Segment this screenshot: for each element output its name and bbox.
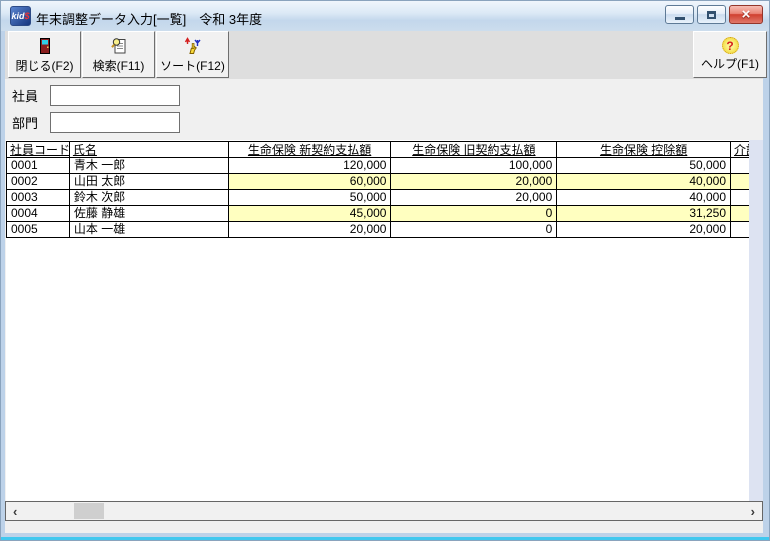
app-window: kid$ 年末調整データ入力[一覧] 令和 3年度 × 閉じる(F2) [0, 0, 770, 541]
column-header-label: 生命保険 新契約支払額 [248, 142, 371, 158]
table-row: 0004佐藤 静雄45,000031,250 [6, 206, 749, 222]
column-header-label: 社員コード [10, 142, 70, 158]
department-label: 部門 [12, 113, 46, 132]
cell[interactable]: 60,000 [229, 174, 392, 190]
table-row: 0005山本 一雄20,000020,000 [6, 222, 749, 238]
column-header-1[interactable]: 氏名 [70, 142, 229, 158]
cell[interactable]: 40,000 [557, 190, 731, 206]
help-button[interactable]: ? ヘルプ(F1) [693, 31, 767, 78]
cell[interactable]: 50,000 [229, 190, 392, 206]
app-logo-text: kid [11, 11, 24, 21]
sort-button[interactable]: ソート(F12) [156, 31, 229, 78]
cell[interactable]: 0004 [7, 206, 70, 222]
table-row: 0002山田 太郎60,00020,00040,000 [6, 174, 749, 190]
close-icon: × [742, 6, 751, 23]
column-header-label: 生命保険 旧契約支払額 [412, 142, 535, 158]
cell[interactable]: 45,000 [229, 206, 392, 222]
door-icon [35, 36, 55, 56]
cell[interactable]: 120,000 [229, 158, 392, 174]
cell[interactable]: 0001 [7, 158, 70, 174]
title-bar[interactable]: kid$ 年末調整データ入力[一覧] 令和 3年度 × [1, 1, 770, 31]
panel-right-gutter [749, 140, 763, 501]
search-button[interactable]: 検索(F11) [82, 31, 155, 78]
cell[interactable]: 0002 [7, 174, 70, 190]
cell[interactable]: 0 [391, 222, 557, 238]
cell[interactable]: 20,000 [229, 222, 392, 238]
toolbar-button-label: ソート(F12) [160, 57, 225, 74]
cell[interactable]: 青木 一郎 [70, 158, 229, 174]
cell[interactable]: 20,000 [557, 222, 731, 238]
help-glyph: ? [726, 39, 733, 53]
help-icon: ? [722, 37, 739, 54]
column-header-2[interactable]: 生命保険 新契約支払額 [229, 142, 392, 158]
table-row: 0003鈴木 次郎50,00020,00040,000 [6, 190, 749, 206]
cell[interactable]: 佐藤 静雄 [70, 206, 229, 222]
cell[interactable] [731, 174, 749, 190]
cell[interactable]: 0005 [7, 222, 70, 238]
client-area: 社員 部門 社員コード氏名 生命保険 新契約支払額 生命保険 旧契約支払額 生命保険 … [5, 79, 763, 533]
column-header-label: 生命保険 控除額 [600, 142, 687, 158]
employee-field-row: 社員 [12, 85, 46, 106]
scrollbar-thumb[interactable] [74, 503, 104, 519]
cell[interactable] [731, 206, 749, 222]
cell[interactable]: 山田 太郎 [70, 174, 229, 190]
column-header-4[interactable]: 生命保険 控除額 [557, 142, 731, 158]
cell[interactable]: 20,000 [391, 190, 557, 206]
window-title: 年末調整データ入力[一覧] 令和 3年度 [36, 9, 262, 28]
table-row: 0001青木 一郎120,000100,00050,000 [6, 158, 749, 174]
scroll-right-arrow[interactable]: › [751, 503, 755, 520]
maximize-button[interactable] [697, 5, 726, 24]
table-body: 0001青木 一郎120,000100,00050,0000002山田 太郎60… [6, 158, 749, 238]
data-grid: 社員コード氏名生命保険 新契約支払額生命保険 旧契約支払額生命保険 控除額介護 … [6, 141, 749, 238]
close-button[interactable]: × [729, 5, 763, 24]
cell[interactable]: 0 [391, 206, 557, 222]
toolbar: 閉じる(F2) 検索(F11) [5, 31, 763, 79]
horizontal-scrollbar[interactable]: ‹ › [5, 501, 763, 521]
toolbar-button-label: 検索(F11) [93, 57, 145, 74]
toolbar-button-label: 閉じる(F2) [16, 57, 74, 74]
employee-input[interactable] [50, 85, 180, 106]
cell[interactable]: 100,000 [391, 158, 557, 174]
maximize-icon [707, 11, 716, 19]
cell[interactable]: 40,000 [557, 174, 731, 190]
column-header-label: 介護 [734, 142, 749, 158]
minimize-icon [675, 17, 685, 20]
column-header-0[interactable]: 社員コード [7, 142, 70, 158]
cell[interactable] [731, 158, 749, 174]
cell[interactable]: 鈴木 次郎 [70, 190, 229, 206]
cell[interactable]: 31,250 [557, 206, 731, 222]
cell[interactable] [731, 190, 749, 206]
cell[interactable]: 20,000 [391, 174, 557, 190]
search-icon [109, 36, 129, 56]
cell[interactable]: 0003 [7, 190, 70, 206]
department-field-row: 部門 [12, 112, 46, 133]
minimize-button[interactable] [665, 5, 694, 24]
bottom-accent-line [1, 537, 770, 540]
column-header-label: 氏名 [73, 142, 97, 158]
column-header-5[interactable]: 介護 [731, 142, 749, 158]
app-icon: kid$ [10, 6, 31, 26]
column-header-3[interactable]: 生命保険 旧契約支払額 [391, 142, 557, 158]
employee-label: 社員 [12, 86, 46, 105]
cell[interactable]: 山本 一雄 [70, 222, 229, 238]
cell[interactable] [731, 222, 749, 238]
close-form-button[interactable]: 閉じる(F2) [8, 31, 81, 78]
table-header: 社員コード氏名 生命保険 新契約支払額 生命保険 旧契約支払額 生命保険 控除額 介護 [6, 141, 749, 158]
list-panel: 社員コード氏名生命保険 新契約支払額生命保険 旧契約支払額生命保険 控除額介護 … [6, 140, 749, 501]
cell[interactable]: 50,000 [557, 158, 731, 174]
scroll-left-arrow[interactable]: ‹ [13, 503, 17, 520]
toolbar-button-label: ヘルプ(F1) [701, 55, 759, 72]
department-input[interactable] [50, 112, 180, 133]
sort-icon [183, 36, 203, 56]
